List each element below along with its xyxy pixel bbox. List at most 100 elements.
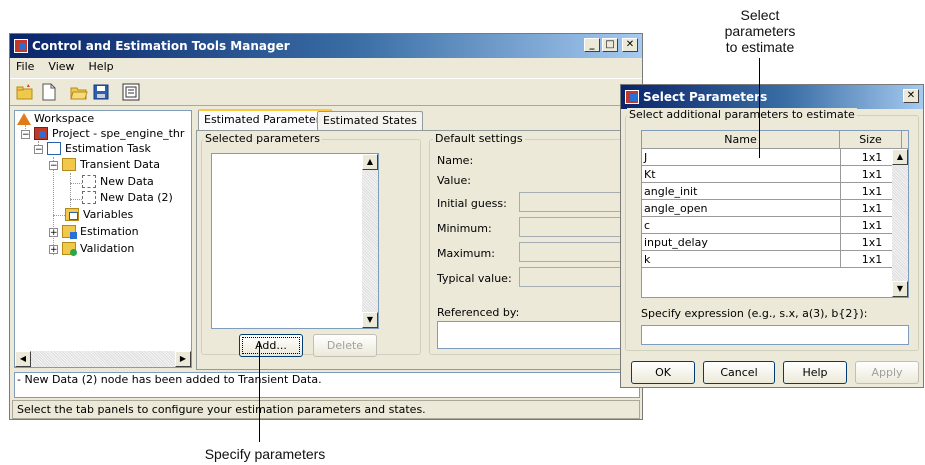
expand-icon[interactable]: +	[49, 228, 58, 238]
scroll-right-icon[interactable]: ▶	[175, 351, 191, 367]
tree-label: Transient Data	[80, 158, 160, 171]
table-row[interactable]: c 1x1	[642, 217, 892, 234]
expression-input[interactable]	[641, 325, 909, 345]
column-header-size[interactable]: Size	[840, 131, 902, 149]
tree-item-workspace[interactable]: Workspace	[17, 111, 94, 127]
project-tree[interactable]: Workspace − Project - spe_engine_thr − E…	[14, 110, 192, 368]
tree-line	[70, 199, 82, 200]
collapse-icon[interactable]: −	[21, 130, 30, 140]
menu-file[interactable]: File	[16, 60, 34, 73]
parameter-name-cell: input_delay	[644, 236, 708, 249]
table-row[interactable]: input_delay 1x1	[642, 234, 892, 251]
parameter-name-cell: Kt	[644, 168, 656, 181]
tree-label: New Data	[100, 175, 154, 188]
column-header-name[interactable]: Name	[642, 131, 840, 149]
minimize-button[interactable]: _	[584, 38, 600, 52]
parameter-name-cell: J	[644, 151, 648, 164]
delete-button[interactable]: Delete	[313, 334, 377, 357]
new-task-icon[interactable]	[40, 83, 58, 101]
main-title-bar[interactable]: Control and Estimation Tools Manager _ □…	[10, 34, 642, 58]
callout-line-specify	[259, 342, 260, 442]
scroll-left-icon[interactable]: ◀	[15, 351, 31, 367]
name-label: Name:	[437, 154, 474, 167]
estimation-icon	[62, 225, 77, 239]
dialog-title-bar[interactable]: Select Parameters ✕	[621, 85, 923, 109]
tree-item-transient-data[interactable]: − Transient Data	[49, 157, 160, 173]
tree-item-project[interactable]: − Project - spe_engine_thr	[21, 126, 184, 142]
tree-label: Variables	[83, 208, 134, 221]
project-icon	[34, 127, 48, 140]
expression-label: Specify expression (e.g., s.x, a(3), b{2…	[641, 307, 868, 320]
cancel-button[interactable]: Cancel	[703, 361, 775, 384]
tree-item-validation[interactable]: + Validation	[49, 241, 134, 257]
save-icon[interactable]	[92, 83, 110, 101]
new-project-icon[interactable]	[16, 83, 34, 101]
close-button[interactable]: ✕	[622, 38, 638, 52]
list-vscroll-track[interactable]	[362, 154, 378, 328]
toolbar	[10, 78, 642, 106]
apply-button[interactable]: Apply	[855, 361, 919, 384]
selected-parameters-label: Selected parameters	[203, 132, 322, 145]
menu-view[interactable]: View	[48, 60, 74, 73]
callout-select-line2: parameters	[724, 23, 796, 39]
table-row[interactable]: angle_open 1x1	[642, 200, 892, 217]
ok-button[interactable]: OK	[631, 361, 695, 384]
referenced-by-label: Referenced by:	[437, 306, 520, 319]
tab-content: Selected parameters ▲ ▼ Add... Delete De…	[196, 130, 649, 370]
dialog-title: Select Parameters	[643, 90, 768, 104]
tab-estimated-states[interactable]: Estimated States	[317, 111, 423, 131]
table-row[interactable]: J 1x1	[642, 149, 892, 166]
table-vscroll-track[interactable]	[892, 149, 908, 297]
tree-item-estimation[interactable]: + Estimation	[49, 224, 139, 240]
tree-item-new-data[interactable]: New Data	[82, 174, 154, 190]
value-label: Value:	[437, 174, 471, 187]
minimum-label: Minimum:	[437, 222, 492, 235]
tree-label: New Data (2)	[100, 191, 173, 204]
callout-select-line1: Select	[740, 7, 780, 23]
app-icon	[625, 90, 639, 104]
main-window-title: Control and Estimation Tools Manager	[32, 39, 290, 53]
scroll-up-icon[interactable]: ▲	[892, 149, 908, 165]
scroll-down-icon[interactable]: ▼	[892, 281, 908, 297]
dialog-close-button[interactable]: ✕	[903, 89, 919, 103]
selected-parameters-list[interactable]: ▲ ▼	[211, 153, 379, 329]
table-row[interactable]: k 1x1	[642, 251, 892, 268]
workspace-icon	[17, 113, 31, 125]
scroll-down-icon[interactable]: ▼	[362, 312, 378, 328]
tree-item-variables[interactable]: Variables	[65, 207, 133, 223]
open-folder-icon[interactable]	[70, 83, 88, 101]
validation-icon	[62, 242, 77, 256]
maximum-label: Maximum:	[437, 247, 495, 260]
app-icon	[14, 39, 28, 53]
collapse-icon[interactable]: −	[49, 161, 58, 171]
help-button[interactable]: Help	[783, 361, 847, 384]
folder-icon	[62, 158, 76, 171]
status-bar: Select the tab panels to configure your …	[12, 400, 640, 419]
tab-estimated-parameters[interactable]: Estimated Parameters	[198, 109, 333, 131]
task-icon	[47, 142, 61, 155]
table-row[interactable]: Kt 1x1	[642, 166, 892, 183]
parameter-table[interactable]: Name Size J 1x1 Kt 1x1 angle_init 1x1 angle_op…	[641, 130, 909, 298]
data-icon	[82, 191, 96, 204]
menu-help[interactable]: Help	[89, 60, 114, 73]
callout-specify-parameters: Specify parameters	[204, 446, 326, 462]
default-settings-label: Default settings	[433, 132, 525, 145]
menu-bar: File View Help	[10, 58, 642, 76]
parameter-name-cell: angle_open	[644, 202, 708, 215]
tree-item-new-data-2[interactable]: New Data (2)	[82, 190, 173, 206]
tree-item-estimation-task[interactable]: − Estimation Task	[34, 141, 151, 157]
tree-hscroll-track[interactable]	[15, 351, 191, 367]
table-row[interactable]: angle_init 1x1	[642, 183, 892, 200]
properties-icon[interactable]	[122, 83, 140, 101]
expand-icon[interactable]: +	[49, 245, 58, 255]
tree-label: Project - spe_engine_thr	[52, 127, 185, 140]
variables-icon	[65, 208, 79, 221]
callout-select-line3: to estimate	[725, 39, 795, 55]
add-button[interactable]: Add...	[239, 334, 303, 357]
collapse-icon[interactable]: −	[34, 145, 43, 155]
maximize-button[interactable]: □	[602, 38, 618, 52]
scroll-up-icon[interactable]: ▲	[362, 154, 378, 170]
referenced-by-list[interactable]	[437, 321, 643, 349]
data-icon	[82, 175, 96, 188]
status-text: Select the tab panels to configure your …	[17, 403, 426, 416]
